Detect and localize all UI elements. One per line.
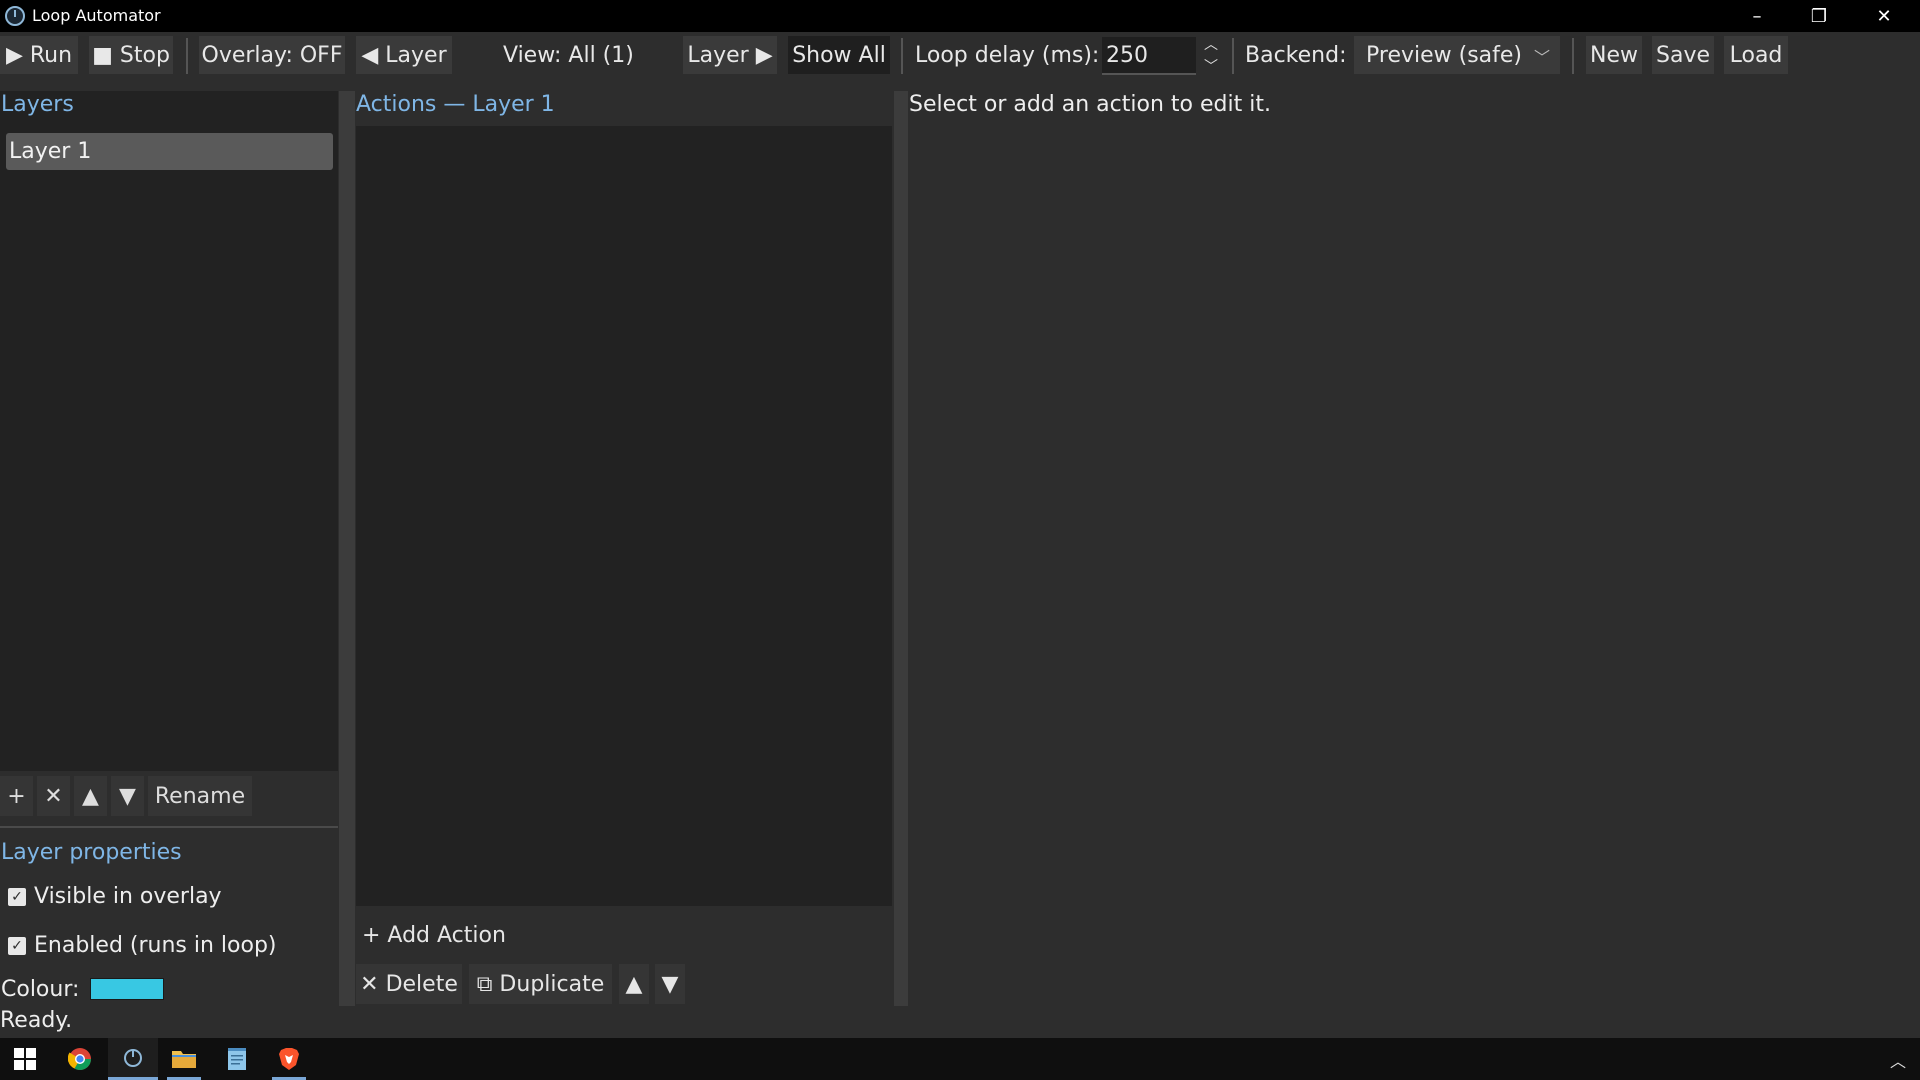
prev-layer-button[interactable]: ◀ Layer <box>356 36 452 74</box>
panel-divider <box>0 826 338 828</box>
brave-browser-icon[interactable] <box>264 1038 314 1080</box>
backend-select-value: Preview (safe) <box>1366 42 1523 68</box>
rename-layer-button[interactable]: Rename <box>148 776 252 816</box>
toolbar-divider <box>1572 38 1574 74</box>
move-layer-down-button[interactable]: ▼ <box>111 776 144 816</box>
chevron-up-icon[interactable]: ︿ <box>1204 37 1218 53</box>
windows-start-icon[interactable] <box>0 1038 50 1080</box>
loop-delay-label: Loop delay (ms): <box>915 42 1100 68</box>
move-action-down-button[interactable]: ▼ <box>655 964 685 1004</box>
minimize-button[interactable]: – <box>1726 0 1788 32</box>
layer-properties-title: Layer properties <box>1 840 182 865</box>
colour-label: Colour: <box>1 977 80 1002</box>
loop-delay-input[interactable]: 250 <box>1102 37 1196 75</box>
panel-splitter[interactable] <box>339 91 355 1006</box>
file-explorer-icon[interactable] <box>159 1038 209 1080</box>
notepad-icon[interactable] <box>212 1038 262 1080</box>
actions-list[interactable] <box>356 126 892 906</box>
toolbar-divider <box>1232 38 1234 74</box>
move-action-up-button[interactable]: ▲ <box>619 964 649 1004</box>
taskbar: ︿ <box>0 1038 1920 1080</box>
chevron-down-icon: ﹀ <box>1533 48 1550 67</box>
colour-swatch[interactable] <box>90 978 164 1000</box>
move-layer-up-button[interactable]: ▲ <box>74 776 107 816</box>
delete-action-button[interactable]: ✕ Delete <box>356 964 462 1004</box>
layers-list[interactable] <box>0 91 338 771</box>
enabled-checkbox[interactable]: ✓ <box>8 937 26 955</box>
stop-button[interactable]: ■ Stop <box>89 36 173 74</box>
show-all-button[interactable]: Show All <box>788 36 890 74</box>
editor-placeholder-message: Select or add an action to edit it. <box>909 92 1271 117</box>
actions-title: Actions — Layer 1 <box>356 92 555 117</box>
visible-in-overlay-label: Visible in overlay <box>34 884 222 909</box>
backend-label: Backend: <box>1245 42 1347 68</box>
maximize-button[interactable]: ❐ <box>1788 0 1850 32</box>
backend-select[interactable]: Preview (safe) ﹀ <box>1354 36 1560 74</box>
chrome-icon[interactable] <box>55 1038 105 1080</box>
toolbar: ▶ Run ■ Stop Overlay: OFF ◀ Layer View: … <box>0 32 1920 77</box>
add-layer-button[interactable]: + <box>0 776 33 816</box>
remove-layer-button[interactable]: ✕ <box>37 776 70 816</box>
app-icon <box>5 6 25 26</box>
load-button[interactable]: Load <box>1724 36 1788 74</box>
chevron-up-icon[interactable]: ︿ <box>1890 1048 1906 1072</box>
overlay-toggle-button[interactable]: Overlay: OFF <box>199 36 345 74</box>
loop-automator-taskbar-icon[interactable] <box>108 1038 158 1080</box>
duplicate-action-button[interactable]: ⧉ Duplicate <box>469 964 612 1004</box>
visible-in-overlay-checkbox[interactable]: ✓ <box>8 888 26 906</box>
next-layer-button[interactable]: Layer ▶ <box>683 36 777 74</box>
toolbar-divider <box>186 38 188 74</box>
new-button[interactable]: New <box>1586 36 1642 74</box>
layer-item-label: Layer 1 <box>9 139 92 164</box>
panel-splitter[interactable] <box>894 91 908 1006</box>
layers-title: Layers <box>1 92 74 117</box>
window-title: Loop Automator <box>32 6 161 25</box>
loop-delay-stepper[interactable]: ︿ ﹀ <box>1198 37 1224 75</box>
chevron-down-icon[interactable]: ﹀ <box>1204 59 1218 75</box>
close-button[interactable]: ✕ <box>1853 0 1915 32</box>
title-bar: Loop Automator – ❐ ✕ <box>0 0 1920 32</box>
enabled-label: Enabled (runs in loop) <box>34 933 277 958</box>
toolbar-divider <box>901 38 903 74</box>
add-action-button[interactable]: + Add Action <box>356 915 556 955</box>
run-button[interactable]: ▶ Run <box>0 36 78 74</box>
view-indicator: View: All (1) <box>503 42 634 68</box>
status-text: Ready. <box>0 1008 73 1033</box>
layer-item[interactable]: Layer 1 <box>6 133 333 170</box>
save-button[interactable]: Save <box>1652 36 1714 74</box>
